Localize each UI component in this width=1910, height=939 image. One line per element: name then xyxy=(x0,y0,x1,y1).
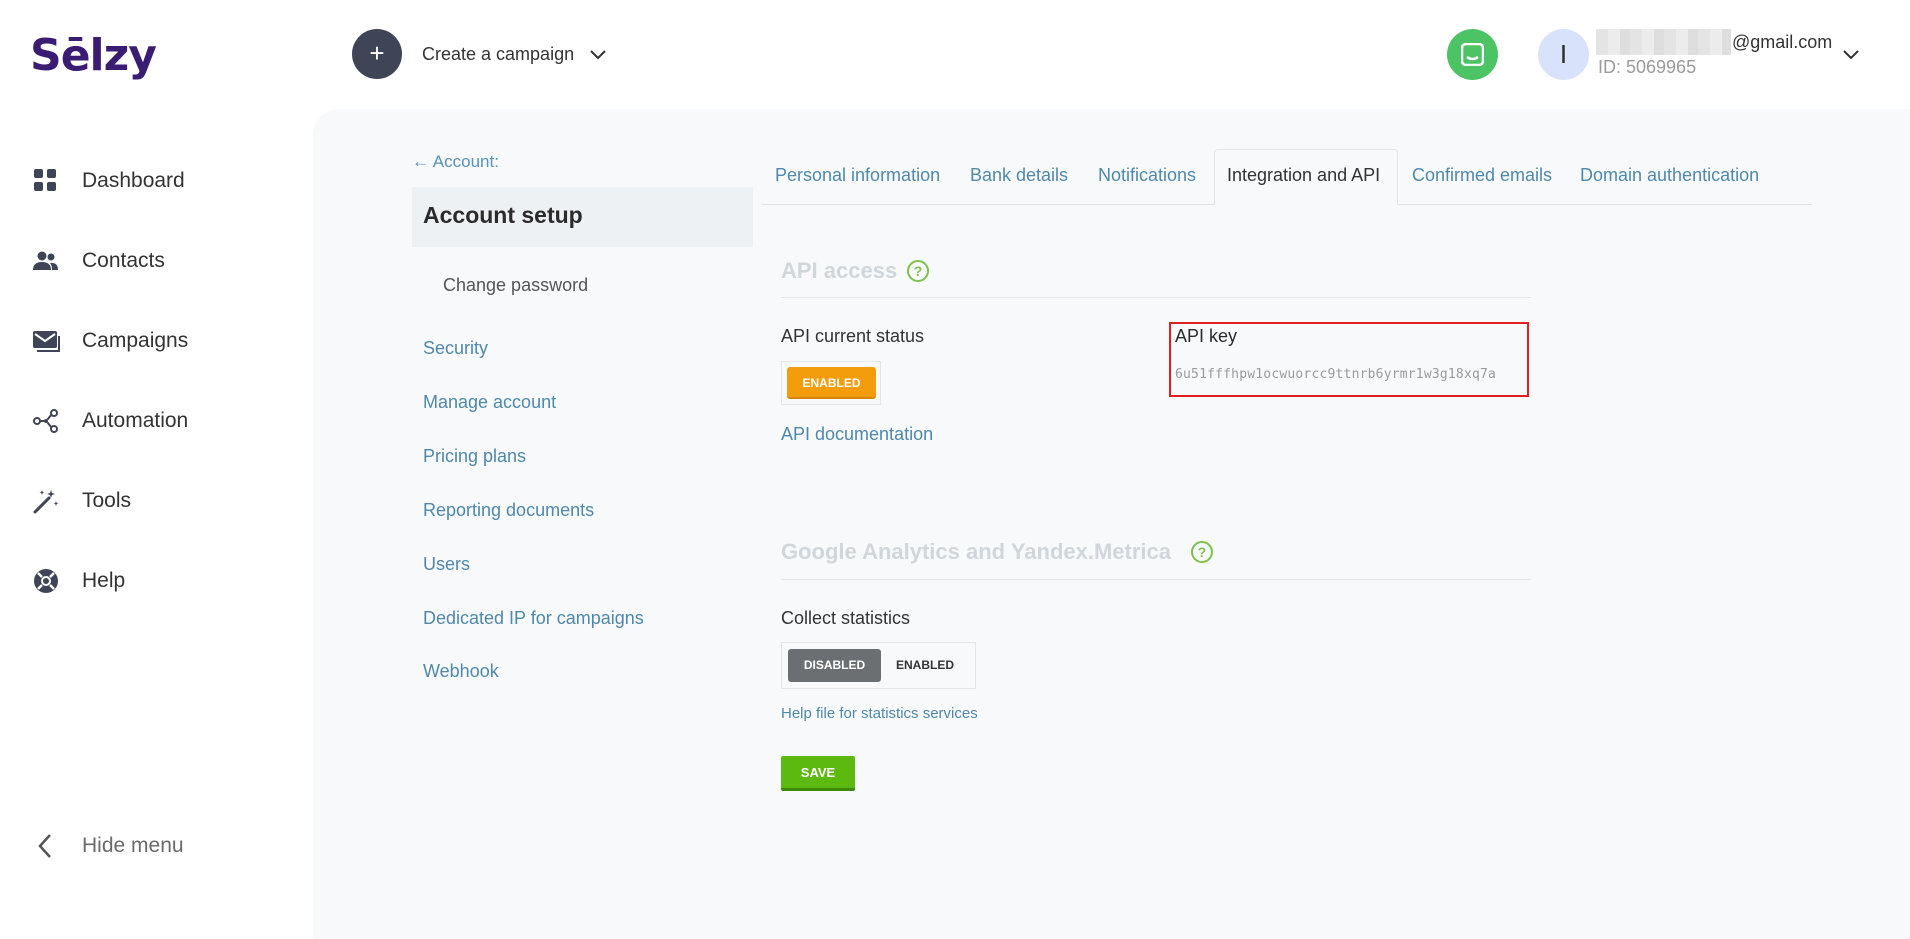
webhook-link[interactable]: Webhook xyxy=(423,661,499,682)
envelope-icon xyxy=(33,331,60,352)
chevron-left-icon xyxy=(38,834,51,858)
sidebar-item-label: Help xyxy=(82,569,126,592)
user-email[interactable]: @gmail.com xyxy=(1732,32,1832,53)
change-password-link[interactable]: Change password xyxy=(443,275,588,296)
lifebuoy-icon xyxy=(34,569,58,593)
account-setup-title[interactable]: Account setup xyxy=(423,202,583,229)
automation-icon xyxy=(33,409,58,433)
create-campaign-label[interactable]: Create a campaign xyxy=(422,44,574,65)
magic-wand-icon xyxy=(33,490,59,514)
sidebar-item-tools[interactable]: Tools xyxy=(32,486,131,516)
create-campaign-button[interactable]: + xyxy=(352,29,402,79)
tab-confirmed-emails[interactable]: Confirmed emails xyxy=(1412,165,1552,186)
chevron-down-icon[interactable] xyxy=(1841,44,1861,64)
tab-personal-information[interactable]: Personal information xyxy=(775,165,940,186)
api-key-value[interactable]: 6u51fffhpw1ocwuorcc9ttnrb6yrmr1w3g18xq7a xyxy=(1175,367,1496,382)
sidebar-item-label: Contacts xyxy=(82,249,165,272)
chat-icon xyxy=(1461,43,1484,66)
tab-integration-and-api[interactable]: Integration and API xyxy=(1227,165,1380,186)
api-documentation-link[interactable]: API documentation xyxy=(781,424,933,445)
pricing-plans-link[interactable]: Pricing plans xyxy=(423,446,526,467)
api-status-label: API current status xyxy=(781,326,925,346)
question-icon[interactable]: ? xyxy=(1191,541,1213,563)
sidebar-item-contacts[interactable]: Contacts xyxy=(32,246,165,276)
sidebar-item-dashboard[interactable]: Dashboard xyxy=(32,166,185,196)
contacts-icon xyxy=(33,251,58,270)
chat-button[interactable] xyxy=(1447,29,1498,80)
collect-statistics-label: Collect statistics xyxy=(781,608,911,628)
plus-icon: + xyxy=(369,38,385,68)
avatar[interactable]: I xyxy=(1538,29,1589,80)
api-access-title: API access xyxy=(781,258,898,283)
question-icon[interactable]: ? xyxy=(907,260,929,282)
grid-icon xyxy=(34,169,56,191)
tab-notifications[interactable]: Notifications xyxy=(1098,165,1196,186)
sidebar-item-campaigns[interactable]: Campaigns xyxy=(32,326,188,356)
api-enabled-button[interactable]: ENABLED xyxy=(787,367,876,399)
statistics-help-link[interactable]: Help file for statistics services xyxy=(781,705,978,722)
manage-account-link[interactable]: Manage account xyxy=(423,392,556,413)
section-divider xyxy=(781,297,1531,298)
sidebar-item-label: Dashboard xyxy=(82,169,185,192)
reporting-documents-link[interactable]: Reporting documents xyxy=(423,500,594,521)
email-redacted xyxy=(1596,29,1731,55)
statistics-enabled-button[interactable]: ENABLED xyxy=(882,649,968,682)
tab-domain-authentication[interactable]: Domain authentication xyxy=(1580,165,1759,186)
analytics-title: Google Analytics and Yandex.Metrica xyxy=(781,539,1172,564)
tab-bank-details[interactable]: Bank details xyxy=(970,165,1068,186)
statistics-disabled-button[interactable]: DISABLED xyxy=(788,649,881,682)
api-key-label: API key xyxy=(1175,326,1238,346)
sidebar-item-label: Automation xyxy=(82,409,189,432)
sidebar-item-help[interactable]: Help xyxy=(32,566,125,596)
sidebar-item-automation[interactable]: Automation xyxy=(32,406,188,436)
hide-menu-label: Hide menu xyxy=(82,834,184,857)
user-id: ID: 5069965 xyxy=(1598,57,1697,77)
sidebar-item-label: Tools xyxy=(82,489,132,512)
dedicated-ip-link[interactable]: Dedicated IP for campaigns xyxy=(423,608,644,629)
back-to-account-link[interactable]: ← Account: xyxy=(412,152,499,172)
save-button[interactable]: SAVE xyxy=(781,756,855,791)
section-divider xyxy=(781,579,1531,580)
sidebar-item-label: Campaigns xyxy=(82,329,189,352)
users-link[interactable]: Users xyxy=(423,554,470,575)
selzy-logo[interactable]: Sēlzy xyxy=(30,30,157,81)
security-link[interactable]: Security xyxy=(423,338,488,359)
hide-menu-button[interactable]: Hide menu xyxy=(32,831,184,861)
chevron-down-icon[interactable] xyxy=(588,44,608,64)
